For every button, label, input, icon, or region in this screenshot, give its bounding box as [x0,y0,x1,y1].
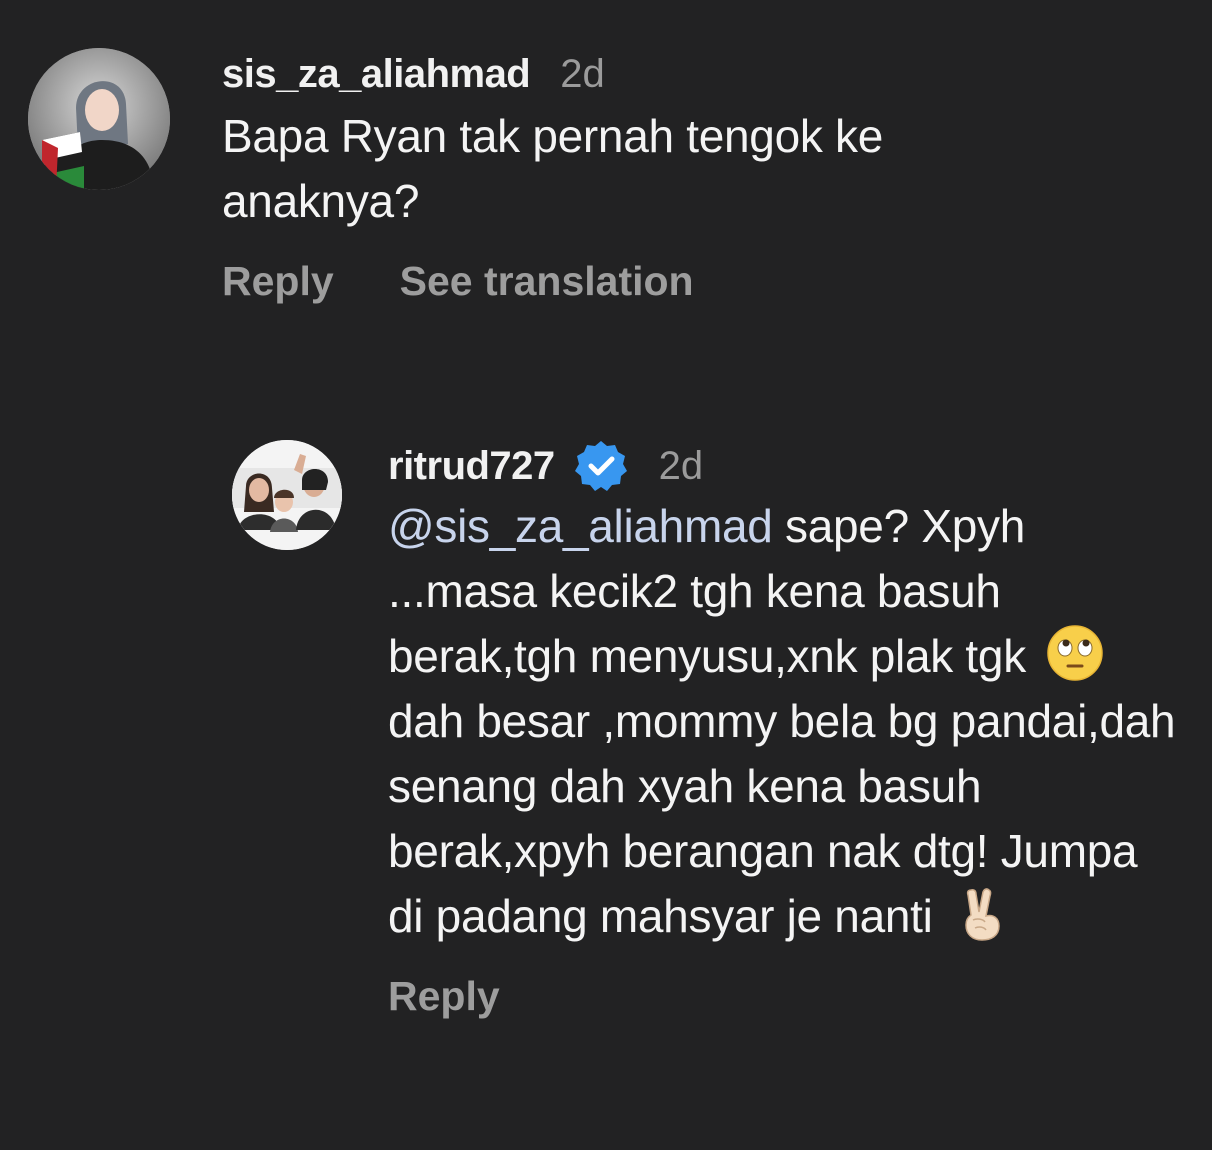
comment-body: sis_za_aliahmad 2d Bapa Ryan tak pernah … [222,48,1182,306]
username[interactable]: ritrud727 [388,444,555,489]
mention-link[interactable]: @sis_za_aliahmad [388,500,773,552]
victory-hand-emoji-icon [965,888,1000,941]
see-translation-button[interactable]: See translation [400,258,694,305]
avatar[interactable] [28,48,170,190]
reply-button[interactable]: Reply [222,258,334,305]
family-photo-avatar-icon [232,440,342,550]
face-with-rolling-eyes-emoji-icon [1047,625,1104,681]
comment-meta: ritrud727 2d [388,440,1188,492]
comment-text: @sis_za_aliahmad sape? Xpyh ...masa keci… [388,494,1178,949]
hijab-girl-avatar-icon [28,48,170,190]
comment-text-part: dah besar ,mommy bela bg pandai,dah sena… [388,695,1176,942]
verified-badge-icon [574,441,627,491]
comment-body: ritrud727 2d @sis_za_aliahmad sape? Xpyh… [388,440,1188,1021]
reply-button[interactable]: Reply [388,973,500,1020]
comment-text: Bapa Ryan tak pernah tengok ke anaknya? [222,110,884,227]
comment-actions: Reply [388,971,1188,1021]
timestamp: 2d [658,443,704,488]
comment-meta: sis_za_aliahmad 2d [222,48,1182,100]
comment-actions: Reply See translation [222,256,1182,306]
timestamp: 2d [560,51,605,96]
avatar[interactable] [232,440,342,550]
username[interactable]: sis_za_aliahmad [222,52,531,97]
